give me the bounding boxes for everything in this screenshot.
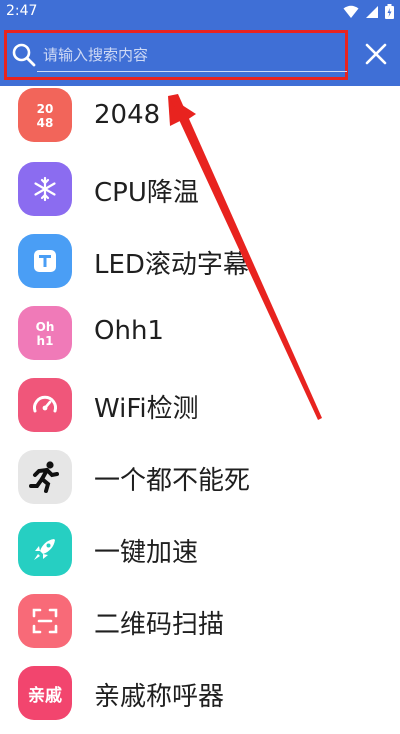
app-name: WiFi检测 [94,394,199,424]
app-name: 二维码扫描 [94,610,225,640]
search-app-bar [0,24,400,86]
close-icon[interactable] [360,38,392,70]
svg-text:Oh: Oh [36,320,55,334]
text-t-icon [18,234,72,288]
app-name: 亲戚称呼器 [94,682,225,712]
svg-text:48: 48 [37,116,54,130]
rocket-icon [18,522,72,576]
running-man-icon [18,450,72,504]
app-name: CPU降温 [94,178,199,208]
relatives-icon-text: 亲戚 [28,685,62,706]
2048-icon: 20 48 [18,88,72,142]
list-item-qr-scan[interactable]: 二维码扫描 [0,590,400,662]
list-item-relatives-caller[interactable]: 亲戚 亲戚称呼器 [0,662,400,734]
status-time: 2:47 [6,3,38,19]
app-list: 20 48 2048 CPU降温 LED滚动字幕 Oh h1 Ohh1 WiFi… [0,86,400,734]
relatives-icon: 亲戚 [18,666,72,720]
list-item-2048[interactable]: 20 48 2048 [0,86,400,158]
app-name: LED滚动字幕 [94,250,249,280]
search-box-highlight [4,30,348,80]
signal-icon [366,5,378,18]
svg-text:h1: h1 [37,334,54,348]
svg-text:20: 20 [37,102,54,116]
scan-icon [18,594,72,648]
search-input[interactable] [41,39,345,71]
app-name: 一个都不能死 [94,466,251,496]
search-underline [37,71,347,72]
list-item-ohh1[interactable]: Oh h1 Ohh1 [0,302,400,374]
status-icons [343,4,394,19]
battery-icon [385,4,394,19]
snowflake-icon [18,162,72,216]
speedometer-icon [18,378,72,432]
app-name: Ohh1 [94,316,164,346]
wifi-icon [343,5,359,18]
list-item-cpu-cool[interactable]: CPU降温 [0,158,400,230]
status-bar: 2:47 [0,0,400,24]
search-icon[interactable] [11,42,37,68]
ohh1-icon: Oh h1 [18,306,72,360]
app-name: 一键加速 [94,538,199,568]
app-name: 2048 [94,100,161,130]
list-item-nobody-dies[interactable]: 一个都不能死 [0,446,400,518]
list-item-wifi-check[interactable]: WiFi检测 [0,374,400,446]
list-item-led-subtitle[interactable]: LED滚动字幕 [0,230,400,302]
list-item-speed-up[interactable]: 一键加速 [0,518,400,590]
